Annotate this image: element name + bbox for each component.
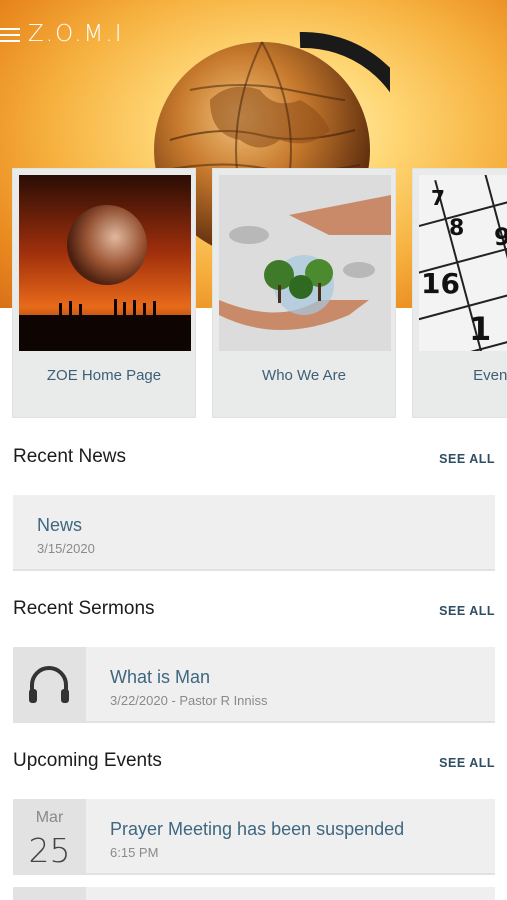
- sermon-thumb: [13, 647, 86, 721]
- svg-text:1: 1: [469, 310, 491, 348]
- top-bar: Z.O.M.I: [0, 0, 507, 70]
- card-who-we-are[interactable]: Who We Are: [212, 168, 396, 418]
- hands-tree-image: [219, 175, 391, 351]
- news-see-all-link[interactable]: SEE ALL: [439, 452, 495, 466]
- event-time: 6:15 PM: [110, 845, 159, 860]
- svg-text:7: 7: [431, 186, 445, 210]
- event-date-block: Mar 25: [13, 799, 86, 873]
- card-event-calendar[interactable]: 7 8 9 16 1 Event Ca: [412, 168, 507, 418]
- hamburger-menu-icon[interactable]: [0, 28, 22, 44]
- news-title: News: [37, 515, 83, 535]
- event-title: Prayer Meeting has been suspended: [110, 819, 405, 839]
- news-list-item[interactable]: News 3/15/2020: [13, 495, 495, 571]
- svg-text:8: 8: [449, 216, 464, 241]
- card-zoe-home-page[interactable]: ZOE Home Page: [12, 168, 196, 418]
- svg-text:9: 9: [494, 223, 507, 251]
- event-list-item[interactable]: [13, 887, 495, 900]
- feature-carousel[interactable]: ZOE Home Page Who We Are 7 8 9 16 1 Even: [0, 168, 507, 420]
- svg-text:16: 16: [421, 267, 460, 300]
- card-label: Who We Are: [262, 367, 346, 384]
- event-day: 25: [28, 831, 71, 870]
- section-title: Upcoming Events: [13, 750, 162, 771]
- sermon-title: What is Man: [110, 667, 211, 687]
- upcoming-events-header: Upcoming Events SEE ALL: [13, 750, 495, 778]
- globe-sunset-image: [19, 175, 191, 351]
- event-month: Mar: [35, 809, 64, 826]
- events-see-all-link[interactable]: SEE ALL: [439, 756, 495, 770]
- card-label: Event Ca: [473, 367, 507, 384]
- recent-sermons-header: Recent Sermons SEE ALL: [13, 598, 495, 626]
- sermon-list-item[interactable]: What is Man 3/22/2020 - Pastor R Inniss: [13, 647, 495, 723]
- event-date-block: [13, 887, 86, 900]
- calendar-image: 7 8 9 16 1: [419, 175, 507, 351]
- event-list-item[interactable]: Mar 25 Prayer Meeting has been suspended…: [13, 799, 495, 875]
- app-title: Z.O.M.I: [28, 21, 124, 47]
- headphones-icon: [29, 666, 69, 703]
- sermon-meta: 3/22/2020 - Pastor R Inniss: [110, 693, 268, 708]
- news-date: 3/15/2020: [37, 541, 95, 556]
- section-title: Recent News: [13, 446, 126, 467]
- card-label: ZOE Home Page: [46, 367, 162, 384]
- section-title: Recent Sermons: [13, 598, 155, 619]
- sermons-see-all-link[interactable]: SEE ALL: [439, 604, 495, 618]
- recent-news-header: Recent News SEE ALL: [13, 446, 495, 474]
